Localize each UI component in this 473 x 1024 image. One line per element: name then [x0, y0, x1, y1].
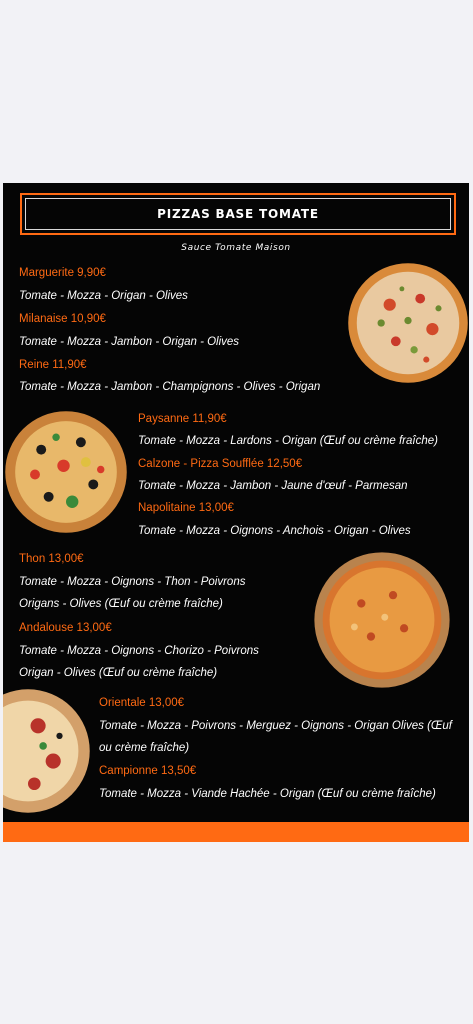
item-desc-paysanne: Tomate - Mozza - Lardons - Origan (Œuf o… [138, 435, 438, 447]
footer-accent-bar [3, 822, 469, 842]
item-desc-napolitaine: Tomate - Mozza - Oignons - Anchois - Ori… [138, 525, 411, 537]
pizza-menu-card: PIZZAS BASE TOMATE Sauce Tomate Maison M… [3, 183, 469, 842]
menu-subtitle: Sauce Tomate Maison [181, 243, 291, 253]
item-name-campionne: Campionne 13,50€ [99, 765, 197, 777]
item-name-marguerite: Marguerite 9,90€ [19, 267, 106, 279]
item-name-reine: Reine 11,90€ [19, 359, 87, 371]
pizza-image-right [313, 551, 451, 689]
item-desc-andalouse-line2: Origan - Olives (Œuf ou crème fraîche) [19, 667, 218, 679]
item-desc-andalouse-line1: Tomate - Mozza - Oignons - Chorizo - Poi… [19, 645, 259, 657]
item-name-calzone: Calzone - Pizza Soufflée 12,50€ [138, 458, 303, 470]
pizza-image-left [4, 410, 128, 534]
item-desc-calzone: Tomate - Mozza - Jambon - Jaune d'œuf - … [138, 480, 408, 492]
menu-title: PIZZAS BASE TOMATE [157, 207, 319, 221]
title-frame: PIZZAS BASE TOMATE [20, 193, 456, 235]
item-name-paysanne: Paysanne 11,90€ [138, 413, 227, 425]
item-desc-milanaise: Tomate - Mozza - Jambon - Origan - Olive… [19, 336, 240, 348]
item-desc-orientale-line1: Tomate - Mozza - Poivrons - Merguez - Oi… [99, 720, 452, 732]
item-name-milanaise: Milanaise 10,90€ [19, 313, 106, 325]
item-name-orientale: Orientale 13,00€ [99, 697, 185, 709]
item-desc-thon-line2: Origans - Olives (Œuf ou crème fraîche) [19, 598, 223, 610]
item-desc-marguerite: Tomate - Mozza - Origan - Olives [19, 290, 188, 302]
item-desc-thon-line1: Tomate - Mozza - Oignons - Thon - Poivro… [19, 576, 246, 588]
item-desc-reine: Tomate - Mozza - Jambon - Champignons - … [19, 381, 321, 393]
pizza-image-top-right [347, 259, 469, 387]
pizza-image-bottom-left [3, 683, 91, 819]
item-name-napolitaine: Napolitaine 13,00€ [138, 502, 234, 514]
item-desc-orientale-line2: ou crème fraîche) [99, 742, 190, 754]
item-name-andalouse: Andalouse 13,00€ [19, 622, 112, 634]
item-name-thon: Thon 13,00€ [19, 553, 84, 565]
item-desc-campionne: Tomate - Mozza - Viande Hachée - Origan … [99, 788, 436, 800]
